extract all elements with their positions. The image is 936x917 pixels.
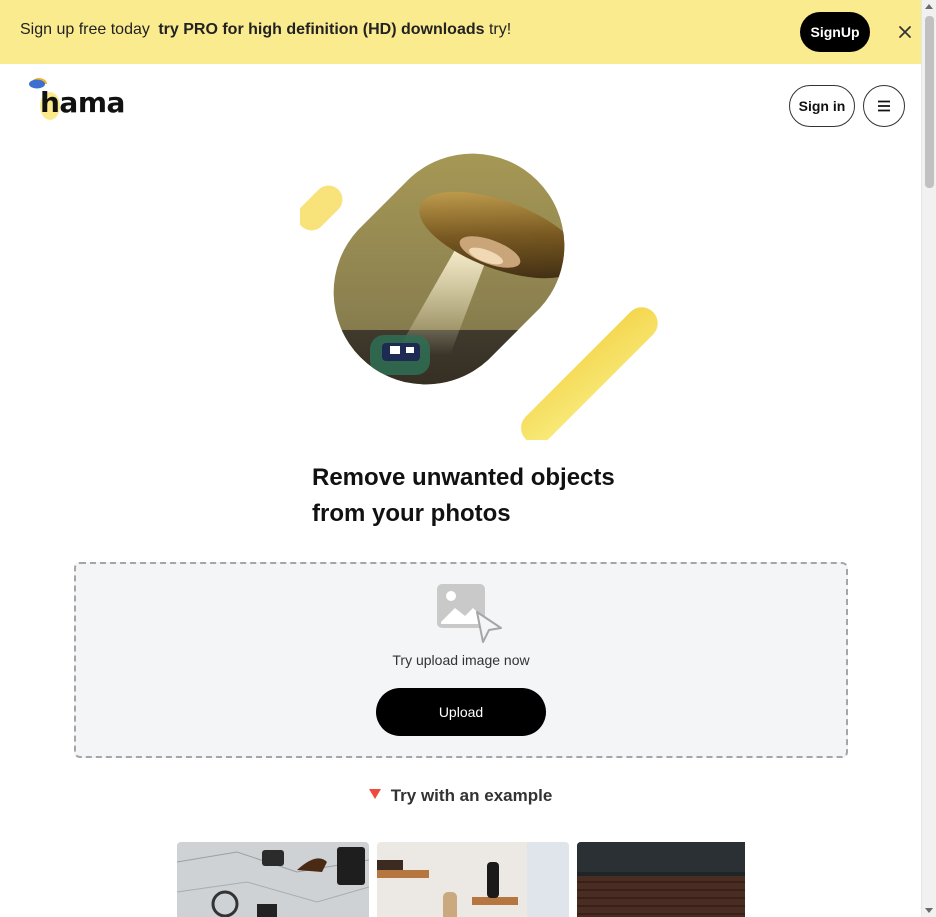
upload-caption: Try upload image now <box>392 652 530 668</box>
promo-banner: Sign up free today try PRO for high defi… <box>0 0 921 64</box>
triangle-down-icon <box>368 789 381 799</box>
scroll-up-arrow-icon[interactable] <box>925 4 933 9</box>
close-icon[interactable] <box>894 21 916 43</box>
promo-text: Sign up free today try PRO for high defi… <box>20 21 511 39</box>
promo-text-bold: try PRO for high definition (HD) downloa… <box>158 21 485 38</box>
headline-highlight: unwanted objects <box>410 460 617 496</box>
examples-heading: Try with an example <box>0 786 921 806</box>
promo-text-suffix: try! <box>488 21 512 38</box>
examples-strip <box>177 842 745 917</box>
upload-button[interactable]: Upload <box>376 688 546 736</box>
example-dark-interior[interactable] <box>577 842 745 917</box>
yellow-pill-small <box>297 185 343 231</box>
examples-heading-text: Try with an example <box>390 786 553 805</box>
hero-illustration <box>297 140 680 444</box>
yellow-bar-decor <box>521 307 658 444</box>
upload-image-icon <box>437 584 505 650</box>
page-scrollbar[interactable] <box>921 0 936 917</box>
example-wall-shelves[interactable] <box>377 842 569 917</box>
logo-text: hama <box>40 86 125 119</box>
headline-prefix: Remove <box>312 464 413 491</box>
upload-dropzone[interactable]: Try upload image now Upload <box>74 562 848 758</box>
page-headline: Remove unwanted objects from your photos <box>312 460 617 532</box>
hamburger-menu-icon[interactable] <box>863 85 905 127</box>
sign-in-button[interactable]: Sign in <box>789 85 855 127</box>
hama-logo[interactable]: hama <box>28 72 128 124</box>
promo-text-plain: Sign up free today <box>20 21 150 38</box>
headline-line2: from your photos <box>312 500 511 527</box>
example-desk-map[interactable] <box>177 842 369 917</box>
scroll-down-arrow-icon[interactable] <box>925 908 933 913</box>
scrollbar-thumb[interactable] <box>925 16 934 188</box>
signup-button[interactable]: SignUp <box>800 12 870 52</box>
